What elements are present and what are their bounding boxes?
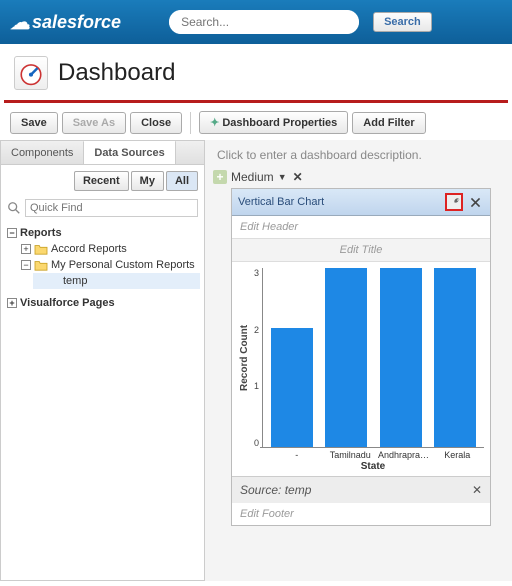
toolbar: Save Save As Close ✦ Dashboard Propertie…	[0, 103, 512, 140]
reports-label: Reports	[20, 227, 62, 239]
chart-bar	[325, 268, 367, 447]
column-size-select[interactable]: Medium	[231, 170, 274, 184]
filter-row: Recent My All	[1, 165, 204, 195]
remove-source-button[interactable]: ✕	[472, 483, 482, 497]
dropdown-icon[interactable]: ▼	[278, 172, 287, 182]
title-area: Dashboard	[0, 44, 512, 100]
source-label: Source: temp	[240, 483, 311, 497]
dashboard-canvas: Click to enter a dashboard description. …	[205, 140, 512, 581]
chart-bar	[271, 328, 313, 447]
tree-node-vf-pages[interactable]: + Visualforce Pages	[5, 295, 200, 311]
x-tick: Tamilnadu	[324, 448, 378, 460]
tab-components[interactable]: Components	[1, 141, 84, 164]
top-bar: ☁ salesforce Search	[0, 0, 512, 44]
widget-source: Source: temp ✕	[232, 476, 490, 503]
salesforce-logo: ☁ salesforce	[10, 10, 121, 35]
x-axis-label: State	[262, 461, 484, 472]
tree-node-accord[interactable]: + Accord Reports	[19, 241, 200, 257]
close-button[interactable]: Close	[130, 112, 182, 134]
vf-pages-label: Visualforce Pages	[20, 297, 115, 309]
folder-icon	[34, 259, 48, 271]
x-axis-ticks: -TamilnaduAndhraprade..Kerala	[270, 448, 484, 460]
description-prompt[interactable]: Click to enter a dashboard description.	[213, 144, 508, 168]
save-as-button[interactable]: Save As	[62, 112, 126, 134]
quick-find-input[interactable]	[25, 199, 198, 217]
global-search	[169, 10, 359, 34]
properties-label: Dashboard Properties	[222, 117, 337, 129]
y-axis-ticks: 3210	[251, 268, 262, 448]
logo-text: salesforce	[32, 12, 121, 33]
tree-leaf-temp[interactable]: temp	[33, 273, 200, 289]
sidebar-tabs: Components Data Sources	[1, 141, 204, 165]
x-tick: -	[270, 448, 324, 460]
x-tick: Kerala	[431, 448, 485, 460]
dashboard-icon	[14, 56, 48, 90]
edit-title-area[interactable]: Edit Title	[232, 238, 490, 262]
folder-icon	[34, 243, 48, 255]
search-input[interactable]	[169, 10, 359, 34]
widget-title: Vertical Bar Chart	[238, 196, 324, 208]
collapse-icon[interactable]: −	[7, 228, 17, 238]
expand-icon[interactable]: +	[21, 244, 31, 254]
add-filter-button[interactable]: Add Filter	[352, 112, 425, 134]
quick-find-row	[1, 195, 204, 221]
add-column-button[interactable]: +	[213, 170, 227, 184]
chart: Record Count 3210 -TamilnaduAndhraprade.…	[232, 262, 490, 476]
accord-label: Accord Reports	[51, 243, 127, 255]
sidebar: Components Data Sources Recent My All − …	[0, 140, 205, 581]
column-header: + Medium ▼ ✕	[213, 168, 508, 188]
tab-data-sources[interactable]: Data Sources	[84, 140, 175, 164]
filter-all[interactable]: All	[166, 171, 198, 191]
filter-my[interactable]: My	[131, 171, 164, 191]
gear-icon: ✦	[210, 117, 219, 129]
remove-column-button[interactable]: ✕	[293, 170, 303, 184]
reports-tree: − Reports + Accord Reports − My Personal…	[1, 221, 204, 315]
chart-bar	[380, 268, 422, 447]
chart-bar	[434, 268, 476, 447]
my-custom-label: My Personal Custom Reports	[51, 259, 195, 271]
edit-header-area[interactable]: Edit Header	[232, 216, 490, 238]
x-tick: Andhraprade..	[377, 448, 431, 460]
search-button[interactable]: Search	[373, 12, 432, 32]
wrench-icon[interactable]	[445, 193, 463, 211]
filter-recent[interactable]: Recent	[74, 171, 129, 191]
dashboard-properties-button[interactable]: ✦ Dashboard Properties	[199, 111, 348, 134]
expand-icon[interactable]: +	[7, 298, 17, 308]
page-title: Dashboard	[58, 59, 175, 87]
collapse-icon[interactable]: −	[21, 260, 31, 270]
search-icon	[7, 201, 21, 215]
save-button[interactable]: Save	[10, 112, 58, 134]
y-axis-label: Record Count	[238, 268, 251, 448]
tree-node-my-custom[interactable]: − My Personal Custom Reports	[19, 257, 200, 273]
separator	[190, 112, 191, 134]
widget-header[interactable]: Vertical Bar Chart	[232, 189, 490, 216]
chart-plot	[262, 268, 484, 448]
chart-widget: Vertical Bar Chart Edit Header Edit Titl…	[231, 188, 491, 526]
tree-node-reports[interactable]: − Reports	[5, 225, 200, 241]
close-widget-button[interactable]	[466, 193, 484, 211]
cloud-icon: ☁	[10, 10, 30, 35]
main: Components Data Sources Recent My All − …	[0, 140, 512, 581]
edit-footer-area[interactable]: Edit Footer	[232, 503, 490, 525]
